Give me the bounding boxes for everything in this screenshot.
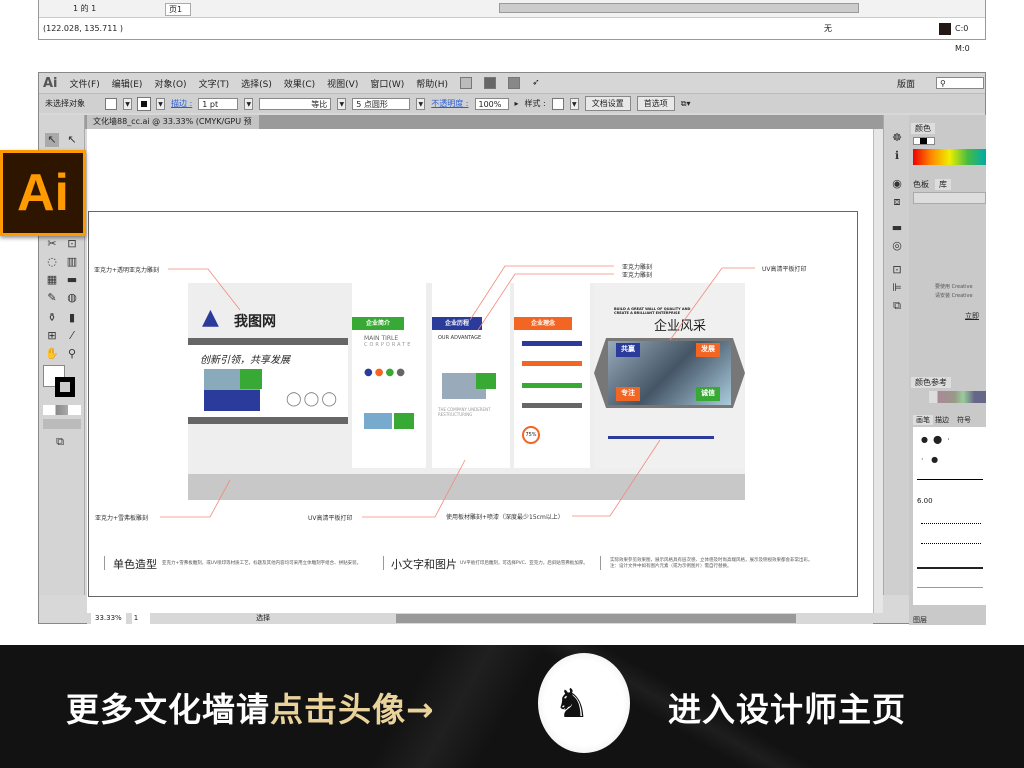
leader-line bbox=[669, 267, 755, 341]
banner-text-1: 更多文化墙请点击头像→ bbox=[66, 683, 435, 731]
leader-line bbox=[160, 479, 231, 518]
note-text-2: 注：设计文件中如有图片元素（或为示例图片）需自行替换。 bbox=[610, 564, 732, 569]
divider bbox=[600, 556, 601, 570]
annotation: 亚克力+雪弗板雕刻 bbox=[95, 515, 149, 522]
leader-line bbox=[572, 439, 661, 517]
horse-icon: ♞ bbox=[554, 681, 590, 727]
note-title: 单色造型 bbox=[113, 558, 157, 571]
leader-line bbox=[477, 273, 614, 331]
annotation: UV高清平板打印 bbox=[762, 266, 807, 273]
divider bbox=[383, 556, 384, 570]
leader-line bbox=[362, 459, 466, 518]
annotation: 亚克力+透明亚克力雕刻 bbox=[94, 267, 160, 274]
note-text: UV平板打印后雕刻，可选择PVC、亚克力，后斜贴雪弗板加厚。 bbox=[460, 561, 588, 566]
divider bbox=[104, 556, 105, 570]
note-title: 小文字和图片 bbox=[391, 558, 457, 571]
designer-avatar[interactable]: ♞ bbox=[538, 653, 630, 753]
banner-text-2: 进入设计师主页 bbox=[668, 690, 906, 729]
note-text: 亚克力+雪弗板雕刻，或UV喷印等材质工艺，标题及其他内容均可采用立体雕刻字组合、… bbox=[162, 561, 362, 566]
promo-banner: 更多文化墙请点击头像→ ♞ 进入设计师主页 bbox=[0, 645, 1024, 768]
annotation: UV高清平板打印 bbox=[308, 515, 353, 522]
illustrator-logo: Ai bbox=[0, 150, 86, 236]
annotation: 亚克力雕刻 bbox=[622, 272, 653, 279]
banner-accent-text: 点击头像→ bbox=[270, 690, 435, 729]
annotation: 使用板材雕刻+喷漆（深度最少15cm以上） bbox=[446, 514, 564, 521]
banner-text-plain: 更多文化墙请 bbox=[66, 690, 270, 729]
leader-line bbox=[168, 268, 241, 311]
